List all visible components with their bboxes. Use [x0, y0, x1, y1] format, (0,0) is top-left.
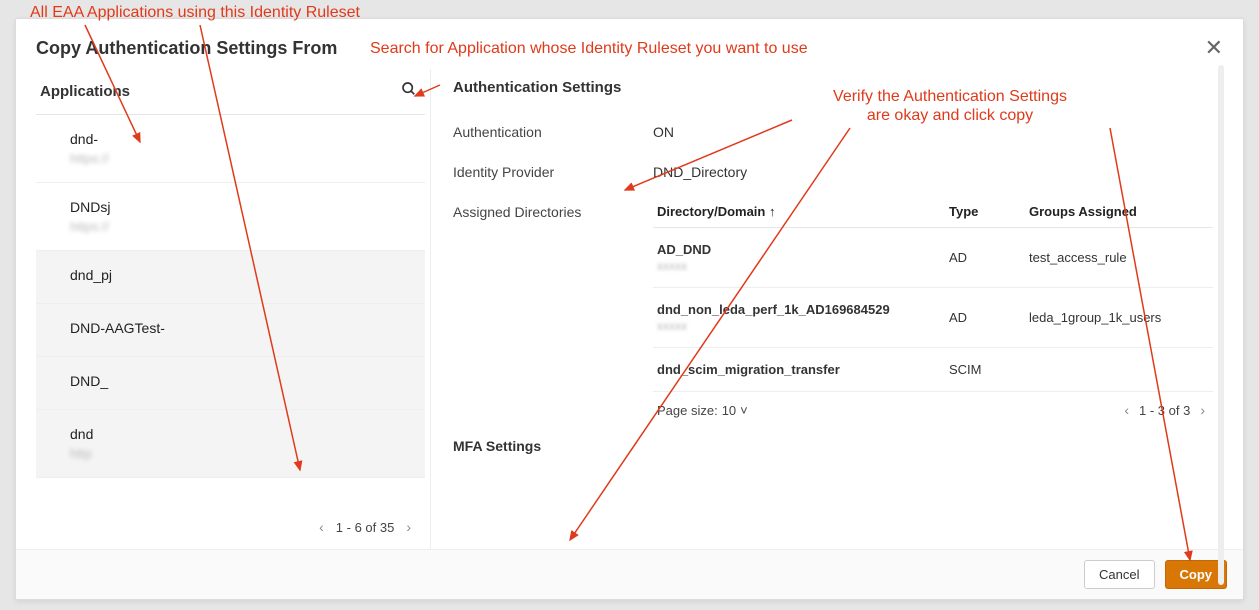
table-row[interactable]: dnd_scim_migration_transfer SCIM — [653, 348, 1213, 392]
col-groups[interactable]: Groups Assigned — [1029, 204, 1209, 219]
cancel-button[interactable]: Cancel — [1084, 560, 1154, 589]
col-directory[interactable]: Directory/Domain ↑ — [657, 204, 949, 219]
modal-title: Copy Authentication Settings From — [36, 38, 337, 59]
dir-type: SCIM — [949, 362, 1029, 377]
auth-settings-title: Authentication Settings — [453, 79, 1223, 96]
list-item[interactable]: DND_ — [36, 357, 425, 410]
modal-header: Copy Authentication Settings From ✕ — [16, 19, 1243, 69]
dir-name: AD_DND — [657, 242, 711, 257]
copy-auth-modal: Copy Authentication Settings From ✕ Appl… — [15, 18, 1244, 600]
value-identity-provider: DND_Directory — [653, 164, 747, 180]
directories-pager: Page size: 10 ˅ ‹ 1 - 3 of 3 › — [653, 392, 1213, 428]
auth-settings-panel: Authentication Settings Authentication O… — [431, 69, 1233, 549]
label-identity-provider: Identity Provider — [453, 164, 653, 180]
app-name: DND_ — [70, 373, 415, 389]
dir-prev-page-icon[interactable]: ‹ — [1120, 402, 1133, 418]
page-size-label: Page size: — [657, 403, 718, 418]
app-name: dnd — [70, 426, 415, 442]
app-url: https:// — [70, 151, 415, 166]
dir-pager-text: 1 - 3 of 3 — [1139, 403, 1190, 418]
applications-title: Applications — [40, 83, 130, 100]
applications-header: Applications — [36, 69, 425, 115]
mfa-settings-title: MFA Settings — [453, 438, 1223, 454]
app-url: https:// — [70, 219, 415, 234]
chevron-down-icon: ˅ — [740, 403, 748, 418]
applications-pager: ‹ 1 - 6 of 35 › — [36, 505, 425, 549]
label-authentication: Authentication — [453, 124, 653, 140]
list-item[interactable]: dnd- https:// — [36, 115, 425, 183]
app-name: dnd_pj — [70, 267, 415, 283]
dir-type: AD — [949, 310, 1029, 325]
list-item[interactable]: dnd_pj — [36, 251, 425, 304]
applications-panel: Applications dnd- https:// DNDsj https:/… — [26, 69, 431, 549]
col-type[interactable]: Type — [949, 204, 1029, 219]
table-header: Directory/Domain ↑ Type Groups Assigned — [653, 196, 1213, 228]
page-size-select[interactable]: Page size: 10 ˅ — [657, 403, 748, 418]
list-item[interactable]: dnd http — [36, 410, 425, 478]
app-name: dnd- — [70, 131, 415, 147]
page-size-value: 10 — [722, 403, 736, 418]
app-name: DNDsj — [70, 199, 415, 215]
row-authentication: Authentication ON — [453, 112, 1223, 152]
dir-next-page-icon[interactable]: › — [1196, 402, 1209, 418]
applications-list: dnd- https:// DNDsj https:// dnd_pj DND-… — [36, 115, 425, 505]
pager-text: 1 - 6 of 35 — [336, 520, 395, 535]
app-url: http — [70, 446, 415, 461]
list-item[interactable]: DND-AAGTest- — [36, 304, 425, 357]
modal-footer: Cancel Copy — [16, 549, 1243, 599]
table-row[interactable]: dnd_non_leda_perf_1k_AD169684529xxxxx AD… — [653, 288, 1213, 348]
app-name: DND-AAGTest- — [70, 320, 415, 336]
table-row[interactable]: AD_DNDxxxxx AD test_access_rule — [653, 228, 1213, 288]
value-authentication: ON — [653, 124, 674, 140]
scrollbar[interactable] — [1218, 65, 1224, 585]
directories-table: Directory/Domain ↑ Type Groups Assigned … — [653, 196, 1213, 428]
prev-page-icon[interactable]: ‹ — [315, 519, 328, 535]
label-assigned-directories: Assigned Directories — [453, 204, 653, 220]
next-page-icon[interactable]: › — [402, 519, 415, 535]
dir-groups: test_access_rule — [1029, 250, 1209, 265]
dir-name: dnd_scim_migration_transfer — [657, 362, 949, 377]
modal-body: Applications dnd- https:// DNDsj https:/… — [16, 69, 1243, 549]
dir-groups: leda_1group_1k_users — [1029, 310, 1209, 325]
search-icon[interactable] — [401, 81, 417, 102]
close-icon[interactable]: ✕ — [1205, 37, 1223, 59]
dir-name: dnd_non_leda_perf_1k_AD169684529 — [657, 302, 890, 317]
row-identity-provider: Identity Provider DND_Directory — [453, 152, 1223, 192]
dir-type: AD — [949, 250, 1029, 265]
list-item[interactable]: DNDsj https:// — [36, 183, 425, 251]
